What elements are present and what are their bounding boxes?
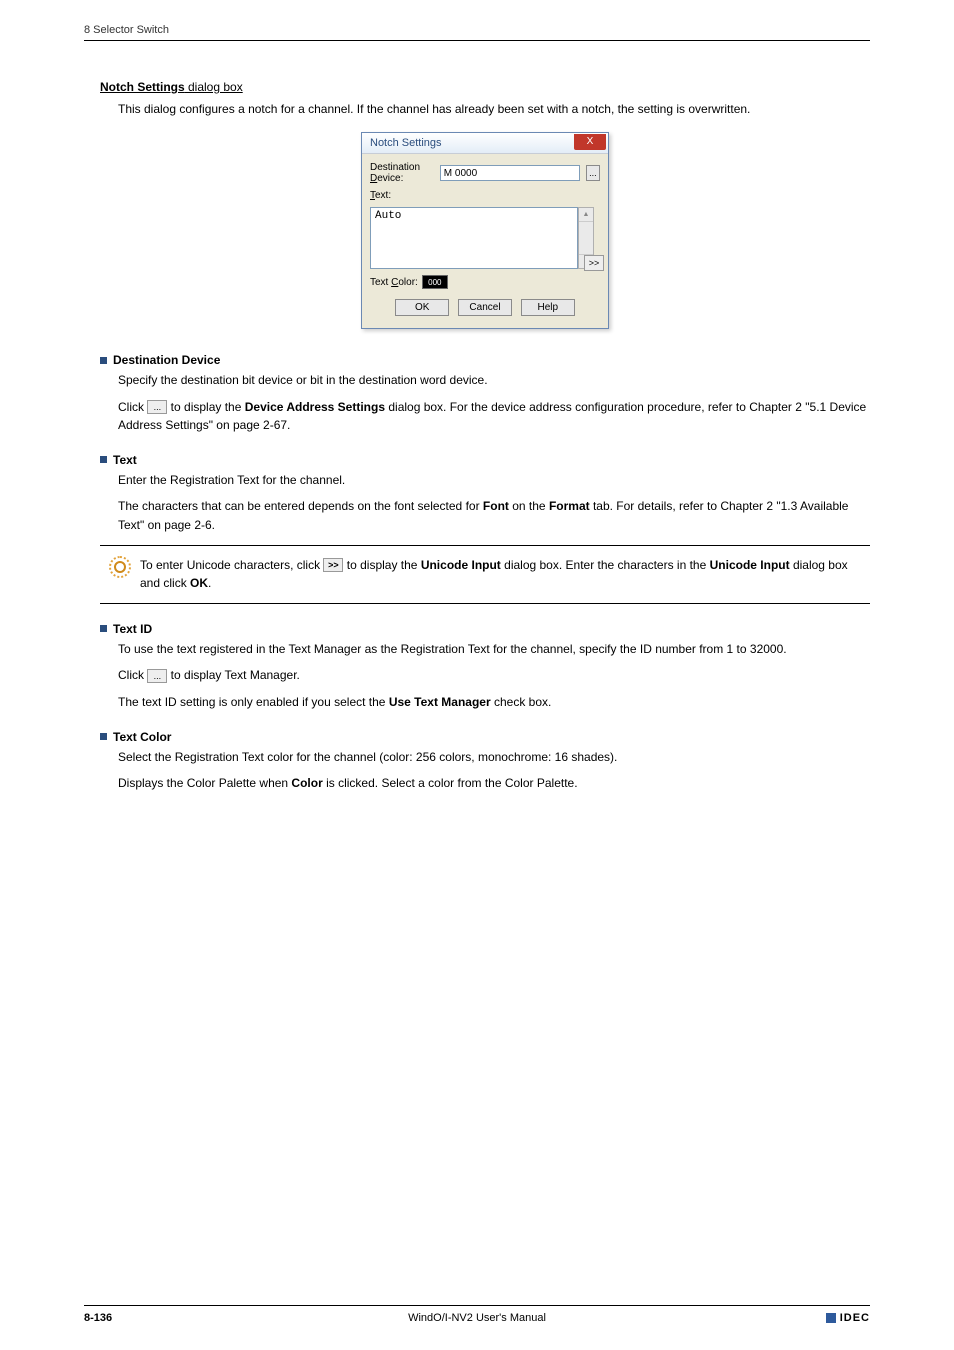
textid-p2: Click ... to display Text Manager.	[118, 666, 870, 685]
dialog-close-button[interactable]: X	[574, 134, 606, 150]
tc-pre: Text	[370, 277, 391, 288]
text-p2b2: Format	[549, 499, 590, 513]
section-destination-device: Destination Device	[100, 353, 870, 367]
section-body-text: Enter the Registration Text for the chan…	[118, 471, 870, 535]
text-label-post: ext:	[375, 190, 391, 201]
text-color-label: Text Color:	[370, 277, 418, 288]
destination-device-input[interactable]	[440, 165, 580, 181]
bullet-icon	[100, 625, 107, 632]
tip-c: dialog box. Enter the characters in the	[501, 558, 710, 572]
dialog-titlebar: Notch Settings X	[362, 133, 608, 154]
textcolor-p2b: is clicked. Select a color from the Colo…	[323, 776, 578, 790]
dest-p2: Click ... to display the Device Address …	[118, 398, 870, 435]
bullet-icon	[100, 456, 107, 463]
bullet-icon	[100, 733, 107, 740]
section-text-color: Text Color	[100, 730, 870, 744]
text-p2b1: Font	[483, 499, 509, 513]
dest-p1: Specify the destination bit device or bi…	[118, 371, 870, 390]
cancel-button[interactable]: Cancel	[458, 299, 512, 316]
destination-device-label: Destination Device:	[370, 162, 436, 184]
notch-settings-heading: Notch Settings dialog box	[100, 80, 870, 94]
tip-icon-wrap	[100, 556, 140, 578]
section-title-text: Text	[113, 453, 137, 467]
page-header: 8 Selector Switch	[84, 24, 870, 41]
intro-text: This dialog configures a notch for a cha…	[118, 100, 870, 118]
section-body-textid: To use the text registered in the Text M…	[118, 640, 870, 712]
dialog-screenshot: Notch Settings X Destination Device: ...…	[100, 132, 870, 329]
help-button[interactable]: Help	[521, 299, 575, 316]
text-p2mid: on the	[509, 499, 549, 513]
destination-browse-button[interactable]: ...	[586, 165, 600, 181]
tip-bold3: OK	[190, 576, 208, 590]
text-label-row: Text:	[370, 190, 600, 201]
text-color-row: Text Color: 000	[370, 275, 600, 289]
browse-inline-button: ...	[147, 669, 167, 683]
lightbulb-icon	[109, 556, 131, 578]
textcolor-p2a: Displays the Color Palette when	[118, 776, 291, 790]
dest-p2bold: Device Address Settings	[245, 400, 385, 414]
page-footer: 8-136 WindO/I-NV2 User's Manual IDEC	[84, 1305, 870, 1324]
notch-settings-dialog: Notch Settings X Destination Device: ...…	[361, 132, 609, 329]
section-body-dest: Specify the destination bit device or bi…	[118, 371, 870, 435]
content-area: Notch Settings dialog box This dialog co…	[100, 80, 870, 801]
dest-label-pre: Destination	[370, 162, 420, 173]
dest-label-post: evice:	[377, 173, 403, 184]
heading-bold: Notch Settings	[100, 80, 185, 94]
text-p2: The characters that can be entered depen…	[118, 497, 870, 534]
logo-square-icon	[826, 1313, 836, 1323]
section-text-id: Text ID	[100, 622, 870, 636]
section-title-textcolor: Text Color	[113, 730, 171, 744]
browse-inline-button: ...	[147, 400, 167, 414]
page-number: 8-136	[84, 1312, 112, 1324]
text-field-label: Text:	[370, 190, 391, 201]
dialog-body: Destination Device: ... Text: ▲ ▼ >>	[362, 154, 608, 328]
idec-logo: IDEC	[826, 1312, 870, 1324]
text-p1: Enter the Registration Text for the chan…	[118, 471, 870, 490]
registration-text-textarea[interactable]	[370, 207, 578, 269]
tip-a: To enter Unicode characters, click	[140, 558, 323, 572]
bullet-icon	[100, 357, 107, 364]
tip-text: To enter Unicode characters, click >> to…	[140, 556, 870, 593]
logo-text: IDEC	[840, 1312, 870, 1324]
textid-p3a: The text ID setting is only enabled if y…	[118, 695, 389, 709]
expand-button[interactable]: >>	[584, 255, 604, 271]
dialog-button-row: OK Cancel Help	[370, 299, 600, 320]
tip-bold2: Unicode Input	[710, 558, 790, 572]
section-title-textid: Text ID	[113, 622, 152, 636]
tip-bold1: Unicode Input	[421, 558, 501, 572]
section-text: Text	[100, 453, 870, 467]
chevron-right-icon: >>	[323, 558, 343, 572]
section-body-textcolor: Select the Registration Text color for t…	[118, 748, 870, 793]
textid-p3bold: Use Text Manager	[389, 695, 491, 709]
tip-b: to display the	[343, 558, 420, 572]
heading-rest: dialog box	[185, 80, 243, 94]
textid-p2a: Click	[118, 668, 147, 682]
text-p2a: The characters that can be entered depen…	[118, 499, 483, 513]
scroll-up-icon[interactable]: ▲	[579, 208, 593, 222]
ok-button[interactable]: OK	[395, 299, 449, 316]
dest-p2a: Click	[118, 400, 147, 414]
textid-p3b: check box.	[491, 695, 552, 709]
destination-device-row: Destination Device: ...	[370, 162, 600, 184]
text-color-swatch[interactable]: 000	[422, 275, 448, 289]
section-title-dest: Destination Device	[113, 353, 220, 367]
textcolor-p1: Select the Registration Text color for t…	[118, 748, 870, 767]
textid-p1: To use the text registered in the Text M…	[118, 640, 870, 659]
textcolor-p2: Displays the Color Palette when Color is…	[118, 774, 870, 793]
tip-box: To enter Unicode characters, click >> to…	[100, 545, 870, 604]
dialog-title-text: Notch Settings	[370, 137, 442, 149]
textid-p3: The text ID setting is only enabled if y…	[118, 693, 870, 712]
textcolor-p2bold: Color	[291, 776, 322, 790]
chapter-label: 8 Selector Switch	[84, 24, 169, 36]
footer-center-text: WindO/I-NV2 User's Manual	[408, 1312, 546, 1324]
textid-p2b: to display Text Manager.	[167, 668, 300, 682]
tip-e: .	[208, 576, 211, 590]
text-area-wrap: ▲ ▼ >>	[370, 207, 600, 269]
tc-post: olor:	[398, 277, 417, 288]
dest-p2b: to display the	[167, 400, 244, 414]
